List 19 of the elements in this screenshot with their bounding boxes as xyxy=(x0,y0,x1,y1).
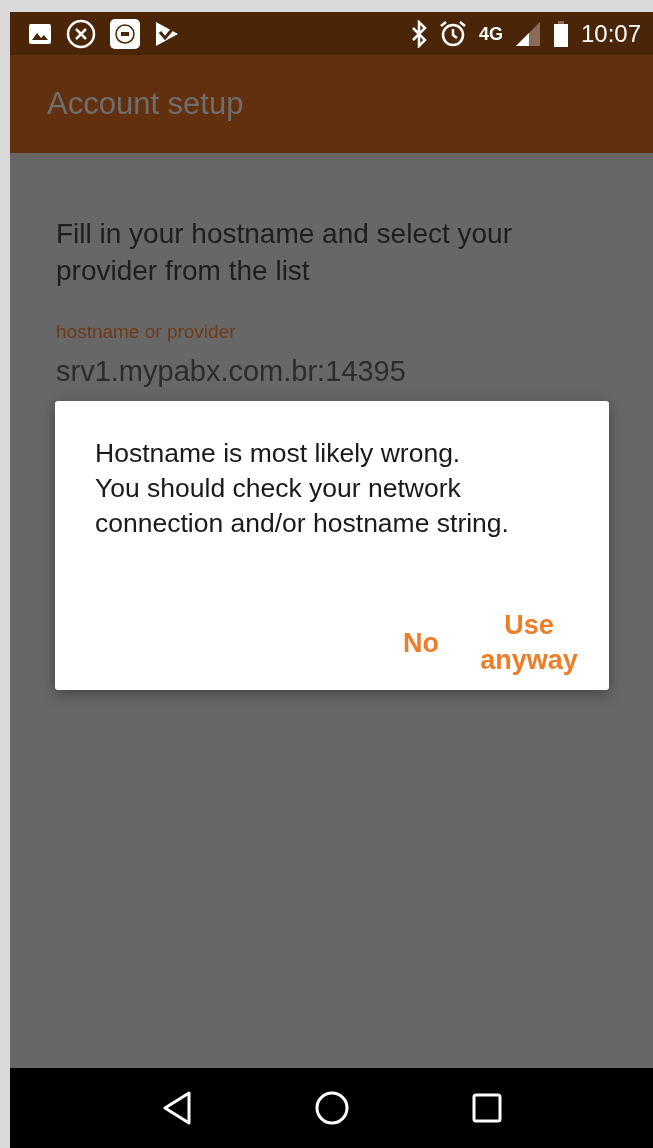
home-icon[interactable] xyxy=(314,1091,349,1125)
checkmark-flag-icon xyxy=(154,19,180,48)
dialog-button[interactable]: Use anyway xyxy=(469,608,589,678)
back-icon[interactable] xyxy=(161,1091,192,1125)
hostname-field[interactable]: hostname or provider srv1.mypabx.com.br:14395 xyxy=(56,321,623,388)
image-icon xyxy=(28,22,52,45)
recents-icon[interactable] xyxy=(471,1093,502,1123)
signal-icon xyxy=(514,20,541,47)
dialog-message: Hostname is most likely wrong. You should check your network connection and/or hostname string. xyxy=(95,437,510,540)
app-icon xyxy=(110,18,140,49)
dialog-button[interactable]: No xyxy=(403,625,439,661)
clock: 10:07 xyxy=(580,19,641,48)
screen-title: Account setup xyxy=(47,86,244,122)
close-circle-icon xyxy=(66,18,96,49)
network-type: 4G xyxy=(478,23,503,45)
bluetooth-icon xyxy=(410,19,427,48)
battery-icon xyxy=(552,19,569,48)
instruction-text: Fill in your hostname and select your provider from the list xyxy=(56,217,513,288)
alarm-clock-icon xyxy=(438,19,467,48)
